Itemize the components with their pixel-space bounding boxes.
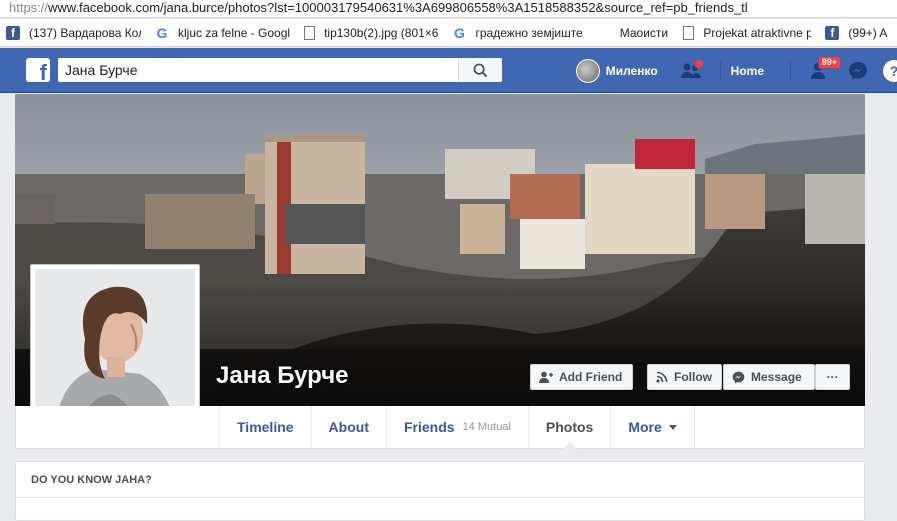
- profile-photo: [35, 269, 195, 429]
- tab-friends[interactable]: Friends 14 Mutual: [385, 406, 528, 448]
- add-friend-icon: [539, 371, 553, 383]
- tab-label: Photos: [545, 419, 594, 435]
- grid-icon: [597, 26, 611, 40]
- find-friends-button[interactable]: [678, 58, 704, 84]
- url-scheme: https://: [9, 0, 49, 15]
- avatar[interactable]: [575, 58, 600, 83]
- facebook-logo-icon[interactable]: f: [26, 58, 50, 82]
- notification-dot: [693, 58, 704, 69]
- nav-divider: [719, 60, 721, 81]
- search-input[interactable]: [58, 58, 458, 82]
- profile-tabs: Timeline About Friends 14 Mutual Photos …: [219, 406, 695, 449]
- search-icon: [473, 63, 488, 77]
- help-icon[interactable]: ?: [883, 59, 897, 82]
- tab-photos[interactable]: Photos: [527, 406, 610, 449]
- bookmark-item[interactable]: Projekat atraktivne p: [683, 25, 812, 40]
- bookmark-label: Маоисти: [619, 25, 669, 40]
- add-friend-button[interactable]: Add Friend: [530, 364, 633, 390]
- bookmark-item[interactable]: f (137) Вардарова Кол: [6, 25, 141, 40]
- bookmark-item[interactable]: tip130b(2).jpg (801×6: [304, 25, 439, 40]
- url-text: www.facebook.com/jana.burce/photos?lst=1…: [48, 0, 748, 15]
- bookmark-label: Projekat atraktivne p: [703, 25, 812, 40]
- bookmark-item[interactable]: G градежно земјиште: [452, 24, 583, 41]
- add-friend-label: Add Friend: [559, 370, 623, 384]
- google-icon: G: [454, 24, 465, 41]
- messenger-icon: [732, 371, 745, 383]
- requests-badge: 99+: [817, 55, 841, 69]
- tab-label: About: [328, 419, 369, 435]
- bookmark-item[interactable]: f (99+) A: [825, 25, 889, 40]
- facebook-top-bar: f Миленко Home 99+ ?: [0, 48, 897, 93]
- nav-divider: [790, 60, 791, 81]
- message-label: Message: [751, 370, 802, 384]
- user-name-link[interactable]: Миленко: [606, 64, 658, 78]
- friend-requests-button[interactable]: 99+: [807, 55, 841, 84]
- document-icon: [304, 25, 316, 40]
- bookmarks-bar: f (137) Вардарова Кол G kljuc za felne -…: [0, 19, 897, 47]
- bookmark-label: kljuc za felne - Googl: [178, 25, 291, 40]
- bookmark-item[interactable]: Маоисти: [597, 26, 670, 40]
- follow-button[interactable]: Follow: [647, 364, 722, 390]
- bookmark-label: tip130b(2).jpg (801×6: [324, 25, 439, 40]
- top-nav-right: Миленко Home 99+ ?: [575, 48, 897, 93]
- do-you-know-box: DO YOU KNOW JAHA?: [15, 461, 865, 521]
- tab-label: More: [628, 419, 662, 435]
- bookmark-label: градежно земјиште: [475, 25, 583, 40]
- tab-timeline[interactable]: Timeline: [219, 406, 311, 448]
- address-bar[interactable]: https://www.facebook.com/jana.burce/phot…: [0, 0, 897, 18]
- more-options-button[interactable]: ···: [815, 364, 850, 390]
- rss-icon: [656, 371, 668, 383]
- do-you-know-title: DO YOU KNOW JAHA?: [16, 462, 864, 498]
- tab-label: Timeline: [237, 419, 294, 435]
- mutual-friends-count: 14 Mutual: [462, 421, 511, 433]
- bookmark-label: (137) Вардарова Кол: [29, 25, 141, 40]
- document-icon: [683, 25, 695, 40]
- search-box: [58, 58, 502, 82]
- home-link[interactable]: Home: [731, 64, 764, 78]
- bookmark-label: (99+) A: [848, 25, 888, 40]
- chevron-down-icon: [668, 424, 677, 430]
- timeline-nav: Timeline About Friends 14 Mutual Photos …: [15, 406, 865, 449]
- tab-about[interactable]: About: [310, 406, 386, 448]
- messenger-button[interactable]: [845, 58, 871, 84]
- google-icon: G: [156, 24, 168, 41]
- facebook-icon: f: [6, 25, 20, 40]
- follow-label: Follow: [674, 370, 712, 384]
- tab-label: Friends: [403, 419, 455, 435]
- facebook-icon: f: [825, 25, 840, 40]
- search-button[interactable]: [458, 58, 502, 82]
- more-options-label: ···: [826, 370, 839, 384]
- tab-more[interactable]: More: [610, 406, 695, 448]
- messenger-icon: [849, 61, 867, 80]
- message-button[interactable]: Message: [723, 364, 815, 390]
- profile-name[interactable]: Јана Бурче: [216, 362, 349, 390]
- bookmark-item[interactable]: G kljuc za felne - Googl: [155, 24, 291, 41]
